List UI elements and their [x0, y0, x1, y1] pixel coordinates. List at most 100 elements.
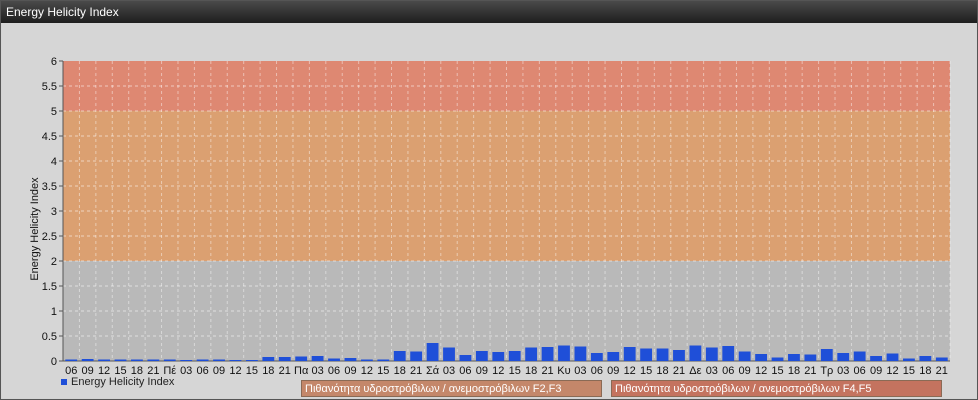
x-tick-label: 12 — [755, 365, 767, 377]
x-tick-label: 12 — [361, 365, 373, 377]
bar — [114, 359, 127, 361]
y-tick-label: 5.5 — [42, 81, 57, 93]
x-tick-label: 15 — [771, 365, 783, 377]
x-tick-label: 15 — [509, 365, 521, 377]
x-tick-label: 06 — [854, 365, 866, 377]
y-tick-label: 0 — [51, 356, 57, 368]
bar — [788, 354, 800, 361]
bar — [607, 352, 620, 361]
bar — [722, 346, 735, 361]
chart-window: Energy Helicity Index 0 0.5 1 1.5 2 2.5 3 3.5 4 4… — [0, 0, 978, 400]
x-tick-label: 12 — [229, 365, 241, 377]
x-tick-label: Δε — [689, 365, 701, 377]
bar — [886, 353, 899, 361]
x-tick-label: 21 — [804, 365, 816, 377]
x-tick-label: 09 — [870, 365, 882, 377]
x-tick-label: 15 — [377, 365, 389, 377]
bar — [426, 343, 439, 361]
x-tick-label: 03 — [706, 365, 718, 377]
x-tick-label: 09 — [476, 365, 488, 377]
x-tick-label: 18 — [788, 365, 800, 377]
bar — [65, 359, 78, 361]
x-tick-label: 21 — [541, 365, 553, 377]
bar — [278, 357, 291, 361]
y-tick-label: 1 — [51, 306, 57, 318]
bar — [623, 347, 636, 361]
x-tick-label: 21 — [673, 365, 685, 377]
bar — [870, 356, 882, 361]
bar — [919, 356, 932, 361]
window-title: Energy Helicity Index — [1, 1, 977, 23]
bar — [656, 348, 669, 361]
x-tick-label: 06 — [196, 365, 208, 377]
bar — [820, 349, 833, 361]
x-tick-label: Κυ — [557, 365, 570, 377]
bar — [245, 360, 258, 361]
bar — [640, 348, 653, 361]
bar — [131, 359, 143, 361]
x-tick-label: 18 — [919, 365, 931, 377]
x-tick-label: 18 — [262, 365, 274, 377]
bar — [837, 353, 850, 361]
bar — [459, 355, 472, 361]
bar — [393, 351, 406, 361]
y-tick-label: 4.5 — [42, 131, 57, 143]
x-tick-label: 18 — [394, 365, 406, 377]
bar — [508, 351, 521, 361]
x-tick-label: 09 — [213, 365, 225, 377]
bar — [410, 351, 423, 361]
risk-badge-f4f5: Πιθανότητα υδροστρόβιλων / ανεμοστρόβιλω… — [611, 380, 942, 397]
y-tick-label: 3 — [51, 206, 57, 218]
x-tick-label: 09 — [344, 365, 356, 377]
x-tick-label: 21 — [936, 365, 948, 377]
risk-badge-f2f3: Πιθανότητα υδροστρόβιλων / ανεμοστρόβιλω… — [301, 380, 602, 397]
x-tick-label: 21 — [410, 365, 422, 377]
bar — [328, 358, 340, 361]
bar — [443, 347, 455, 361]
legend-label: Energy Helicity Index — [71, 376, 175, 388]
x-tick-label: 12 — [492, 365, 504, 377]
bar — [574, 346, 587, 361]
bar — [360, 359, 373, 361]
bar — [344, 358, 357, 361]
bar — [755, 354, 768, 361]
bar — [590, 353, 603, 361]
x-tick-label: 03 — [180, 365, 192, 377]
chart-svg: 0 0.5 1 1.5 2 2.5 3 3.5 4 4.5 5 5.5 6 Energy Helicity… — [29, 56, 951, 377]
x-tick-label: 18 — [656, 365, 668, 377]
y-tick-label: 4 — [51, 156, 57, 168]
bar — [804, 354, 817, 361]
bar — [262, 357, 275, 361]
x-tick-label: 06 — [591, 365, 603, 377]
x-tick-label: 09 — [739, 365, 751, 377]
x-tick-label: 06 — [722, 365, 734, 377]
bar — [492, 352, 505, 361]
bar — [98, 359, 110, 361]
x-tick-label: 15 — [246, 365, 258, 377]
bar — [935, 357, 948, 361]
x-tick-label: 12 — [886, 365, 898, 377]
bar — [213, 359, 225, 361]
bar — [163, 359, 176, 361]
x-tick-label: 03 — [311, 365, 323, 377]
chart-legend: Energy Helicity Index — [61, 376, 174, 388]
x-tick-label: 15 — [640, 365, 652, 377]
x-tick-label: 18 — [525, 365, 537, 377]
x-tick-label: 03 — [443, 365, 455, 377]
x-tick-label: 06 — [328, 365, 340, 377]
bar — [377, 359, 390, 361]
bar — [147, 359, 160, 361]
x-tick-label: 03 — [574, 365, 586, 377]
x-tick-label: 06 — [459, 365, 471, 377]
x-tick-label: Σά — [426, 365, 440, 377]
x-tick-label: 03 — [837, 365, 849, 377]
bar — [541, 347, 554, 361]
bar — [903, 358, 915, 361]
bar — [705, 347, 718, 361]
bar — [689, 345, 702, 361]
y-tick-label: 3.5 — [42, 181, 57, 193]
bar — [558, 345, 570, 361]
x-tick-label: Τρ — [820, 365, 833, 377]
bar — [673, 350, 685, 361]
bar — [196, 359, 209, 361]
